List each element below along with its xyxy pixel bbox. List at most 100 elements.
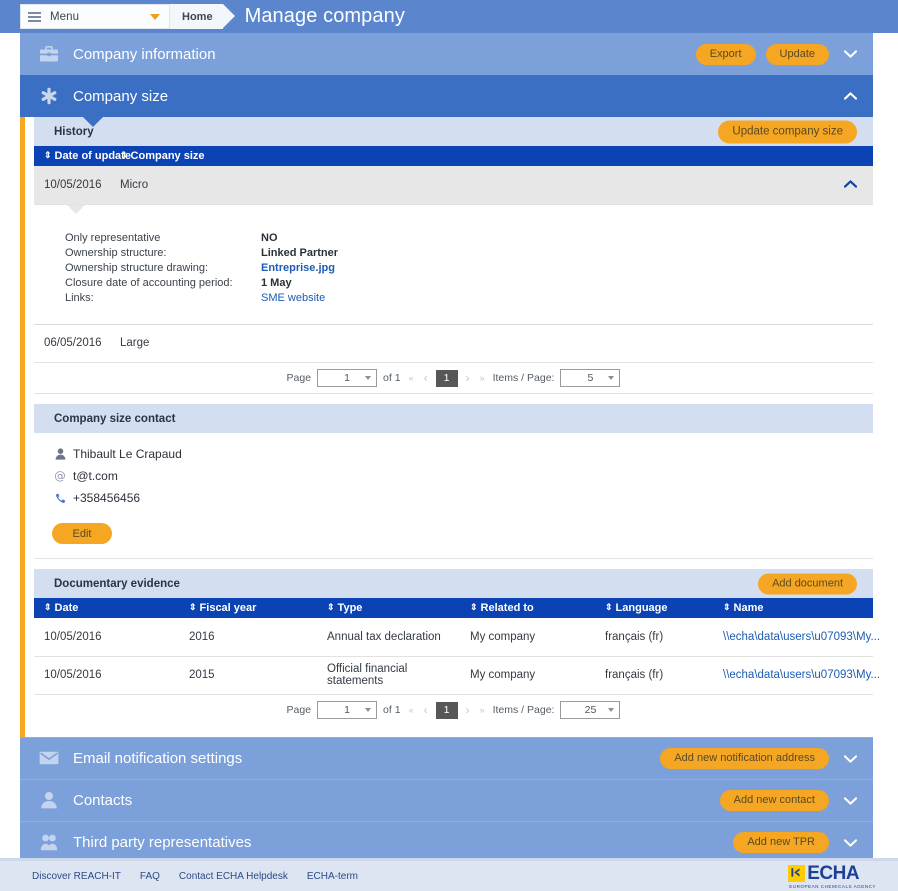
section-actions: [839, 75, 873, 117]
chevron-down-icon: [608, 376, 615, 380]
detail-key: Closure date of accounting period:: [65, 276, 233, 289]
table-row[interactable]: 06/05/2016 Large: [34, 324, 873, 363]
cell-type: Annual tax declaration: [317, 618, 460, 657]
chevron-up-icon[interactable]: [839, 92, 861, 100]
column-header-language[interactable]: ⇕ Language: [595, 598, 713, 618]
section-actions: Add new notification address: [660, 738, 873, 780]
sort-icon: ⇕: [327, 602, 335, 612]
column-header-related-to[interactable]: ⇕ Related to: [460, 598, 595, 618]
add-new-notification-address-button[interactable]: Add new notification address: [660, 748, 829, 769]
column-label: Language: [615, 602, 668, 614]
items-per-page-label: Items / Page:: [492, 704, 555, 716]
column-label: Name: [733, 602, 764, 614]
first-page-button[interactable]: «: [407, 373, 416, 383]
footer-links: Discover REACH-IT FAQ Contact ECHA Helpd…: [32, 871, 358, 882]
add-document-button[interactable]: Add document: [758, 573, 857, 594]
top-navigation-bar: Menu Home Manage company: [0, 0, 898, 33]
page-select[interactable]: 1: [317, 369, 378, 387]
edit-contact-button[interactable]: Edit: [52, 523, 112, 544]
main-content: Company information Export Update Compan…: [20, 33, 880, 863]
section-company-size[interactable]: Company size: [20, 75, 873, 117]
spacer: [34, 725, 873, 737]
detail-fields: Only representative NO Ownership structu…: [34, 205, 873, 325]
menu-dropdown[interactable]: Menu: [20, 4, 170, 29]
documentary-evidence-table: ⇕ Date ⇕ Fiscal year ⇕ Type ⇕ Related to ⇕ La…: [34, 598, 880, 695]
sort-icon: ⇕: [120, 150, 128, 160]
table-row[interactable]: 10/05/2016 2015 Official financial state…: [34, 656, 880, 695]
company-size-contact-title: Company size contact: [54, 412, 176, 425]
add-new-tpr-button[interactable]: Add new TPR: [733, 832, 829, 853]
documentary-evidence-actions: Add document: [758, 573, 857, 594]
page-number-button[interactable]: 1: [435, 701, 458, 719]
asterisk-icon: [38, 85, 60, 107]
next-page-button[interactable]: ›: [464, 371, 472, 385]
cell-date: 10/05/2016: [34, 618, 179, 657]
active-section-indicator: [20, 117, 25, 737]
column-label: Related to: [480, 602, 534, 614]
cell-fiscal-year: 2015: [179, 656, 317, 695]
cell-date: 06/05/2016: [34, 324, 110, 363]
section-email-notification-settings[interactable]: Email notification settings Add new noti…: [20, 736, 873, 780]
detail-row: Ownership structure: Linked Partner: [65, 246, 873, 261]
cell-related-to: My company: [460, 618, 595, 657]
footer-link-contact-echa-helpdesk[interactable]: Contact ECHA Helpdesk: [179, 871, 288, 882]
section-contacts[interactable]: Contacts Add new contact: [20, 778, 873, 821]
add-new-contact-button[interactable]: Add new contact: [719, 790, 829, 811]
items-per-page-select[interactable]: 5: [560, 369, 621, 387]
caret-down-icon: [150, 13, 160, 20]
user-icon: [52, 448, 68, 460]
spacer: [34, 559, 873, 569]
prev-page-button[interactable]: ‹: [422, 703, 430, 717]
footer-link-discover-reach-it[interactable]: Discover REACH-IT: [32, 871, 121, 882]
hamburger-icon: [28, 11, 41, 22]
table-row[interactable]: 10/05/2016 Micro: [34, 166, 873, 205]
section-third-party-representatives[interactable]: Third party representatives Add new TPR: [20, 820, 873, 863]
column-header-fiscal-year[interactable]: ⇕ Fiscal year: [179, 598, 317, 618]
detail-key: Links:: [65, 291, 94, 304]
section-company-information[interactable]: Company information Export Update: [20, 33, 873, 75]
history-table: ⇕ Date of update ⇕ Company size 10/05/2016…: [34, 146, 873, 205]
column-header-company-size[interactable]: ⇕ Company size: [110, 146, 873, 166]
table-row[interactable]: 10/05/2016 2016 Annual tax declaration M…: [34, 618, 880, 657]
contact-phone-line: +358456456: [52, 487, 873, 509]
chevron-down-icon[interactable]: [839, 838, 861, 847]
update-button[interactable]: Update: [765, 43, 829, 65]
last-page-button[interactable]: »: [478, 705, 487, 715]
chevron-down-icon[interactable]: [839, 754, 861, 763]
column-label: Type: [337, 602, 363, 614]
page-select[interactable]: 1: [317, 701, 378, 719]
update-company-size-button[interactable]: Update company size: [718, 120, 857, 143]
prev-page-button[interactable]: ‹: [422, 371, 430, 385]
section-title: Company size: [73, 87, 169, 105]
detail-value: NO: [261, 231, 278, 244]
app-page: Menu Home Manage company Company informa…: [0, 0, 898, 891]
tpr-icon: [38, 831, 60, 853]
chevron-up-icon[interactable]: [843, 179, 858, 191]
sort-icon: ⇕: [605, 602, 613, 612]
contact-name-line: Thibault Le Crapaud: [52, 443, 873, 465]
cell-company-size: Micro: [110, 166, 813, 205]
next-page-button[interactable]: ›: [464, 703, 472, 717]
page-number-button[interactable]: 1: [435, 369, 458, 387]
cell-name-link[interactable]: \\echa\data\users\u07093\My...: [713, 656, 880, 695]
footer-link-echa-term[interactable]: ECHA-term: [307, 871, 358, 882]
column-header-type[interactable]: ⇕ Type: [317, 598, 460, 618]
cell-name-link[interactable]: \\echa\data\users\u07093\My...: [713, 618, 880, 657]
history-table-header-row: ⇕ Date of update ⇕ Company size: [34, 146, 873, 166]
column-header-name[interactable]: ⇕ Name: [713, 598, 873, 618]
breadcrumb-home[interactable]: Home: [170, 4, 235, 29]
last-page-button[interactable]: »: [478, 373, 487, 383]
column-header-date[interactable]: ⇕ Date: [34, 598, 179, 618]
first-page-button[interactable]: «: [407, 705, 416, 715]
items-per-page-select[interactable]: 25: [560, 701, 621, 719]
ownership-drawing-link[interactable]: Entreprise.jpg: [261, 261, 335, 276]
column-header-date-of-update[interactable]: ⇕ Date of update: [34, 146, 131, 166]
chevron-down-icon[interactable]: [839, 796, 861, 805]
row-collapse-toggle[interactable]: [812, 166, 873, 205]
detail-key: Ownership structure:: [65, 246, 167, 259]
section-actions: Export Update: [695, 33, 873, 75]
footer-link-faq[interactable]: FAQ: [140, 871, 160, 882]
sme-website-link[interactable]: SME website: [261, 291, 325, 306]
export-button[interactable]: Export: [695, 43, 756, 65]
chevron-down-icon[interactable]: [839, 50, 861, 58]
